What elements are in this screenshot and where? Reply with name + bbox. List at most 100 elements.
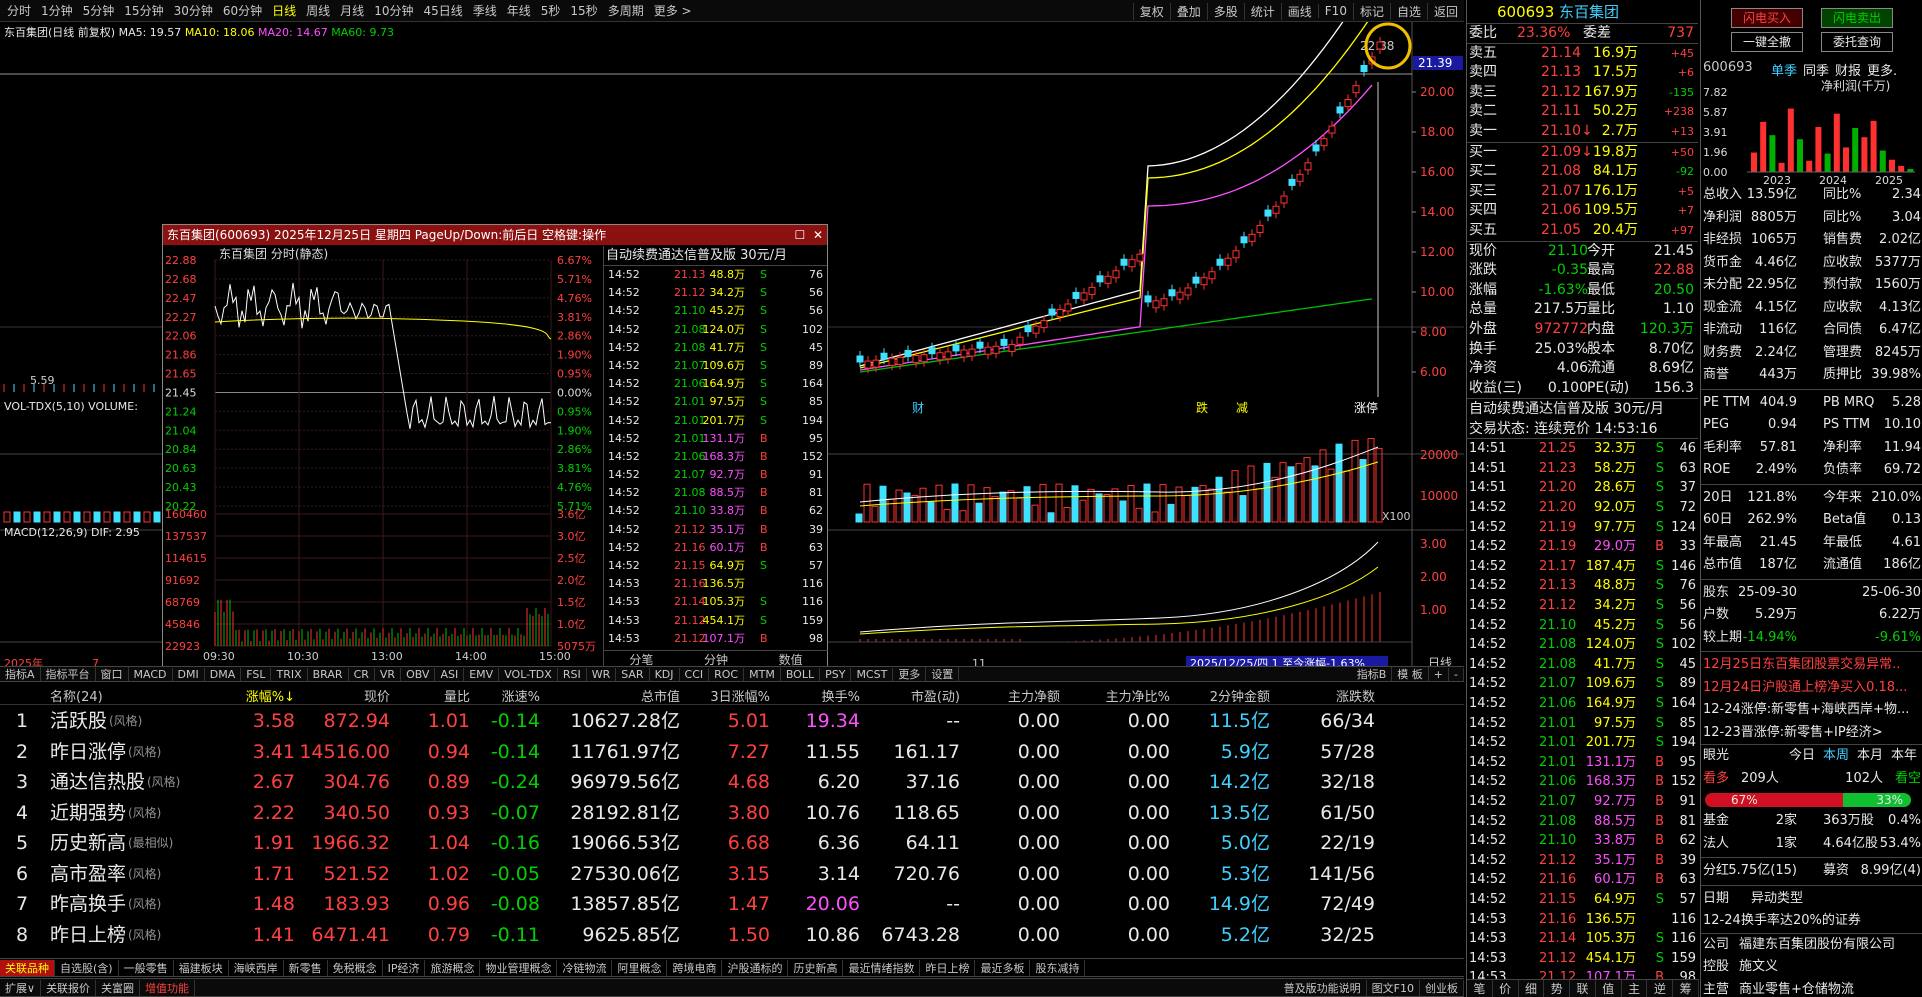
toolbar-btn-3[interactable]: 统计 [1243,2,1281,20]
status-left-1[interactable]: 关联报价 [41,979,97,996]
period-tab-16[interactable]: 更多 > [649,2,697,19]
ind-tab-6[interactable]: FSL [241,667,272,681]
col-header-3[interactable]: 量比 [444,686,470,705]
toolbar-btn-0[interactable]: 复权 [1132,2,1170,20]
finance-link-3[interactable]: 更多. [1867,60,1897,79]
period-tab-11[interactable]: 季线 [468,2,502,19]
row-name[interactable]: 昨日上榜 [50,920,126,950]
toolbar-btn-2[interactable]: 多股 [1206,2,1244,20]
row-name[interactable]: 活跃股 [50,706,107,736]
period-tab-13[interactable]: 5秒 [536,2,566,19]
sector-tab-10[interactable]: 冷链物流 [557,959,613,976]
status-left-0[interactable]: 扩展∨ [0,979,42,996]
col-header-1[interactable]: 涨幅%↓ [246,686,295,705]
table-row[interactable]: 3 通达信热股 (风格) 2.67 304.76 0.89 -0.24 96979.56亿 4.… [0,767,1464,797]
popup-titlebar[interactable]: 东百集团(600693) 2025年12月25日 星期四 PageUp/Down… [163,225,827,245]
sector-tab-15[interactable]: 最近情绪指数 [843,959,921,976]
period-tab-2[interactable]: 5分钟 [78,2,120,19]
period-tab-8[interactable]: 月线 [335,2,369,19]
ind-tab-19[interactable]: CCI [680,667,710,681]
ind-tab-right-3[interactable]: - [1449,667,1464,681]
sector-tab-6[interactable]: 免税概念 [328,959,383,976]
period-tab-5[interactable]: 60分钟 [218,2,267,19]
eye-tab-0[interactable]: 今日 [1789,745,1815,768]
finance-link-0[interactable]: 单季 [1771,60,1797,79]
ind-tab-18[interactable]: KDJ [650,667,680,681]
quote-tab-8[interactable]: 筹 [1673,980,1700,997]
table-row[interactable]: 1 活跃股 (风格) 3.58 872.94 1.01 -0.14 10627.28亿 5.01… [0,706,1464,736]
row-name[interactable]: 昨高换手 [50,889,126,919]
ind-tab-5[interactable]: DMA [205,667,242,681]
ind-tab-right-0[interactable]: 指标B [1352,667,1393,681]
sector-tab-3[interactable]: 福建板块 [174,959,229,976]
quote-tab-0[interactable]: 笔 [1467,980,1493,997]
row-name[interactable]: 高市盈率 [50,859,126,889]
col-header-5[interactable]: 总市值 [641,686,680,705]
eye-tab-3[interactable]: 本年 [1891,745,1917,768]
sector-tab-14[interactable]: 历史新高 [788,959,844,976]
col-header-11[interactable]: 2分钟金额 [1210,686,1270,705]
flash-buy-button[interactable]: 闪电买入 [1731,8,1803,28]
row-name[interactable]: 通达信热股 [50,767,145,797]
close-icon[interactable]: ✕ [813,228,823,242]
col-header-10[interactable]: 主力净比% [1106,686,1170,705]
quote-tab-5[interactable]: 值 [1596,980,1622,997]
flash-sell-button[interactable]: 闪电卖出 [1821,8,1893,28]
table-row[interactable]: 7 昨高换手 (风格) 1.48 183.93 0.96 -0.08 13857.85亿 1.4… [0,889,1464,919]
col-header-4[interactable]: 涨速% [502,686,540,705]
period-tab-0[interactable]: 分时 [2,2,36,19]
quote-tab-4[interactable]: 联 [1570,980,1596,997]
quote-ad[interactable]: 自动续费通达信普及版 30元/月 [1467,399,1698,419]
period-tab-9[interactable]: 10分钟 [369,2,418,19]
ind-tab-24[interactable]: MCST [851,667,894,681]
finance-link-1[interactable]: 同季 [1803,60,1829,79]
col-header-12[interactable]: 涨跌数 [1336,686,1375,705]
order-query-button[interactable]: 委托查询 [1821,32,1893,52]
sector-tab-1[interactable]: 自选股(含) [55,959,119,976]
ind-tab-2[interactable]: 窗口 [96,667,129,681]
quote-tab-6[interactable]: 主 [1622,980,1648,997]
ind-tab-20[interactable]: ROC [709,667,745,681]
toolbar-btn-7[interactable]: 自选 [1389,2,1427,20]
ind-tab-22[interactable]: BOLL [781,667,821,681]
sector-tab-8[interactable]: 旅游概念 [425,959,481,976]
news-item[interactable]: 12-23晋涨停:新零售+IP经济> [1701,722,1922,745]
intraday-chart[interactable]: 东百集团 分时(静态) 22.88 6.67% 22.68 5.71% 22.47 4.76… [163,246,603,668]
toolbar-btn-8[interactable]: 返回 [1426,2,1464,20]
sector-tab-12[interactable]: 跨境电商 [667,959,723,976]
toolbar-btn-5[interactable]: F10 [1317,4,1353,18]
intraday-popup[interactable]: 东百集团(600693) 2025年12月25日 星期四 PageUp/Down… [162,224,828,668]
col-header-0[interactable]: 名称(24) [50,686,103,705]
table-row[interactable]: 8 昨日上榜 (风格) 1.41 6471.41 0.79 -0.11 9625.85亿 1.5… [0,920,1464,950]
maximize-icon[interactable]: ☐ [795,228,806,242]
col-header-6[interactable]: 3日涨幅% [710,686,770,705]
sector-tab-7[interactable]: IP经济 [383,959,426,976]
sector-tab-13[interactable]: 沪股通标的 [722,959,789,976]
cancel-all-button[interactable]: 一键全撤 [1731,32,1803,52]
sector-tab-0[interactable]: 关联品种 [0,959,55,976]
quote-tab-1[interactable]: 价 [1493,980,1519,997]
status-right-2[interactable]: 创业板 [1420,979,1464,996]
ind-tab-right-1[interactable]: 模 板 [1392,667,1429,681]
table-row[interactable]: 2 昨日涨停 (风格) 3.41 14516.00 0.94 -0.14 11761.97亿 7… [0,737,1464,767]
sector-tab-2[interactable]: 一般零售 [119,959,174,976]
table-row[interactable]: 5 历史新高 (最相似) 1.91 1966.32 1.04 -0.16 19066.53亿 6… [0,828,1464,858]
popup-ad[interactable]: 自动续费通达信普及版 30元/月 [604,246,827,266]
ind-tab-13[interactable]: EMV [464,667,500,681]
quote-tab-2[interactable]: 细 [1519,980,1545,997]
sector-tab-17[interactable]: 最近多板 [975,959,1031,976]
finance-link-2[interactable]: 财报 [1835,60,1861,79]
period-tab-10[interactable]: 45日线 [418,2,467,19]
col-header-9[interactable]: 主力净额 [1008,686,1060,705]
row-name[interactable]: 历史新高 [50,828,126,858]
ind-tab-26[interactable]: 设置 [926,667,960,681]
period-tab-12[interactable]: 年线 [502,2,536,19]
col-header-7[interactable]: 换手% [822,686,860,705]
quote-tab-3[interactable]: 势 [1544,980,1571,997]
news-item[interactable]: 12月24日沪股通上榜净买入0.18... [1701,677,1922,700]
sector-tab-9[interactable]: 物业管理概念 [480,959,558,976]
status-right-1[interactable]: 图文F10 [1367,979,1420,996]
ind-tab-11[interactable]: OBV [401,667,436,681]
sector-tab-16[interactable]: 昨日上榜 [920,959,976,976]
ind-tab-10[interactable]: VR [375,667,402,681]
